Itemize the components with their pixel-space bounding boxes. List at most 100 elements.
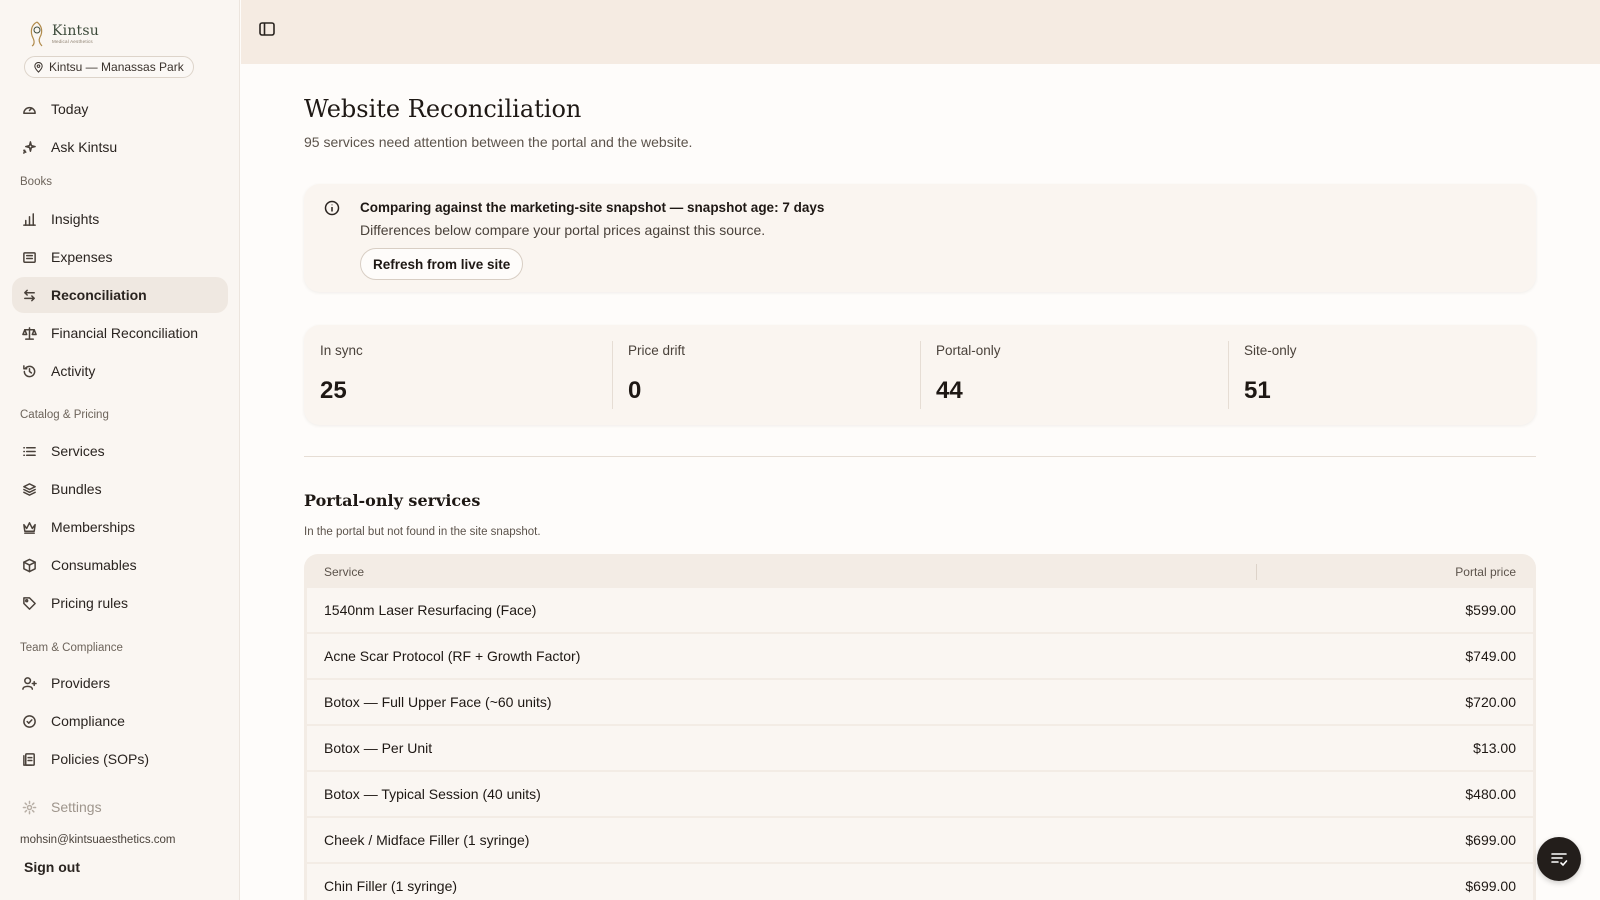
floating-filter-button[interactable] xyxy=(1537,837,1581,881)
stat-value: 44 xyxy=(936,377,963,404)
sidebar-toggle-button[interactable] xyxy=(259,22,279,42)
nav-item-memberships[interactable]: Memberships xyxy=(12,509,228,545)
column-separator xyxy=(1256,564,1257,580)
layers-icon xyxy=(23,482,36,496)
table-row[interactable]: Acne Scar Protocol (RF + Growth Factor) $… xyxy=(307,634,1533,678)
stat-site-only[interactable]: Site-only 51 xyxy=(1228,325,1536,425)
stat-label: In sync xyxy=(320,343,363,358)
stat-value: 51 xyxy=(1244,377,1271,404)
brand-tagline: Medical Aesthetics xyxy=(52,38,93,44)
nav-item-expenses[interactable]: Expenses xyxy=(12,239,228,275)
nav-item-today[interactable]: Today xyxy=(12,91,228,127)
nav-item-financial-reconciliation[interactable]: Financial Reconciliation xyxy=(12,315,228,351)
stat-value: 0 xyxy=(628,377,642,404)
stat-price-drift[interactable]: Price drift 0 xyxy=(612,325,920,425)
reconciliation-stats: In sync 25 Price drift 0 Portal-only 44 … xyxy=(304,325,1536,425)
stat-portal-only[interactable]: Portal-only 44 xyxy=(920,325,1228,425)
nav-label: Consumables xyxy=(51,557,137,573)
portal-only-subtitle: In the portal but not found in the site … xyxy=(304,526,541,538)
nav-item-policies[interactable]: Policies (SOPs) xyxy=(12,741,228,777)
arrows-swap-icon xyxy=(24,289,35,301)
kintsu-logo-icon xyxy=(30,21,43,47)
column-header-service[interactable]: Service xyxy=(324,565,364,579)
service-name: Chin Filler (1 syringe) xyxy=(324,878,458,894)
stat-label: Price drift xyxy=(628,343,686,358)
sidebar-toggle-icon xyxy=(259,22,275,36)
nav-label: Policies (SOPs) xyxy=(51,751,150,767)
table-header: Service Portal price xyxy=(304,554,1536,588)
top-bar xyxy=(241,0,1600,64)
nav-label: Expenses xyxy=(51,249,113,265)
info-icon xyxy=(324,200,340,216)
stat-label: Site-only xyxy=(1244,343,1297,358)
portal-only-table: Service Portal price 1540nm Laser Resurf… xyxy=(304,554,1536,900)
nav-item-insights[interactable]: Insights xyxy=(12,201,228,237)
table-row[interactable]: 1540nm Laser Resurfacing (Face) $599.00 xyxy=(307,588,1533,632)
table-row[interactable]: Botox — Per Unit $13.00 xyxy=(307,726,1533,770)
brand-name: Kintsu xyxy=(52,22,99,39)
portal-price: $480.00 xyxy=(1465,786,1516,802)
nav-item-ask-kintsu[interactable]: Ask Kintsu xyxy=(12,129,228,165)
stat-in-sync[interactable]: In sync 25 xyxy=(304,325,612,425)
service-name: Botox — Per Unit xyxy=(324,740,433,756)
service-name: Acne Scar Protocol (RF + Growth Factor) xyxy=(324,648,581,664)
portal-price: $13.00 xyxy=(1473,740,1516,756)
table-row[interactable]: Botox — Typical Session (40 units) $480.0… xyxy=(307,772,1533,816)
location-selector[interactable]: Kintsu — Manassas Park xyxy=(24,56,194,78)
user-email: mohsin@kintsuaesthetics.com xyxy=(20,834,176,846)
service-name: Botox — Full Upper Face (~60 units) xyxy=(324,694,552,710)
nav-item-reconciliation[interactable]: Reconciliation xyxy=(12,277,228,313)
nav-item-activity[interactable]: Activity xyxy=(12,353,228,389)
brand-logo[interactable]: Kintsu Medical Aesthetics xyxy=(26,20,99,48)
box-icon xyxy=(23,558,36,572)
nav-item-services[interactable]: Services xyxy=(12,433,228,469)
nav-item-providers[interactable]: Providers xyxy=(12,665,228,701)
nav-item-consumables[interactable]: Consumables xyxy=(12,547,228,583)
tag-icon xyxy=(23,596,36,610)
table-row[interactable]: Botox — Full Upper Face (~60 units) $720.… xyxy=(307,680,1533,724)
stat-label: Portal-only xyxy=(936,343,1001,358)
page-subtitle: 95 services need attention between the p… xyxy=(304,134,693,150)
table-row[interactable]: Chin Filler (1 syringe) $699.00 xyxy=(307,864,1533,900)
portal-only-title: Portal-only services xyxy=(304,491,481,510)
table-row[interactable]: Cheek / Midface Filler (1 syringe) $699.0… xyxy=(307,818,1533,862)
service-name: 1540nm Laser Resurfacing (Face) xyxy=(324,602,537,618)
snapshot-notice-card: Comparing against the marketing-site sna… xyxy=(304,184,1536,292)
nav-label: Pricing rules xyxy=(51,595,129,611)
nav-label: Reconciliation xyxy=(51,287,147,303)
location-label: Kintsu — Manassas Park xyxy=(49,60,184,74)
crown-icon xyxy=(23,521,36,534)
service-name: Cheek / Midface Filler (1 syringe) xyxy=(324,832,530,848)
sidebar: Kintsu Medical Aesthetics Kintsu — Manas… xyxy=(0,0,240,900)
snapshot-description: Differences below compare your portal pr… xyxy=(360,222,766,238)
portal-price: $599.00 xyxy=(1465,602,1516,618)
map-pin-icon xyxy=(34,61,43,73)
portal-price: $720.00 xyxy=(1465,694,1516,710)
refresh-from-live-site-button[interactable]: Refresh from live site xyxy=(360,248,524,280)
snapshot-title: Comparing against the marketing-site sna… xyxy=(360,200,825,215)
column-header-portal-price[interactable]: Portal price xyxy=(1455,565,1516,579)
list-icon xyxy=(23,446,36,456)
sparkle-icon xyxy=(23,140,36,154)
nav-label: Compliance xyxy=(51,713,125,729)
section-label-catalog-pricing: Catalog & Pricing xyxy=(20,409,109,421)
section-divider xyxy=(304,456,1536,457)
nav-label: Providers xyxy=(51,675,111,691)
nav-item-settings[interactable]: Settings xyxy=(12,789,228,825)
bar-chart-icon xyxy=(23,212,36,226)
portal-price: $749.00 xyxy=(1465,648,1516,664)
filter-list-icon xyxy=(1551,853,1568,867)
nav-label: Financial Reconciliation xyxy=(51,325,199,341)
nav-label: Memberships xyxy=(51,519,136,535)
scale-icon xyxy=(22,326,37,340)
page-title: Website Reconciliation xyxy=(304,95,582,123)
gauge-icon xyxy=(23,106,36,114)
section-label-team-compliance: Team & Compliance xyxy=(20,642,123,654)
nav-item-pricing-rules[interactable]: Pricing rules xyxy=(12,585,228,621)
nav-label: Services xyxy=(51,443,105,459)
nav-item-bundles[interactable]: Bundles xyxy=(12,471,228,507)
nav-label: Activity xyxy=(51,363,96,379)
service-name: Botox — Typical Session (40 units) xyxy=(324,786,541,802)
nav-item-compliance[interactable]: Compliance xyxy=(12,703,228,739)
sign-out-link[interactable]: Sign out xyxy=(24,859,80,875)
